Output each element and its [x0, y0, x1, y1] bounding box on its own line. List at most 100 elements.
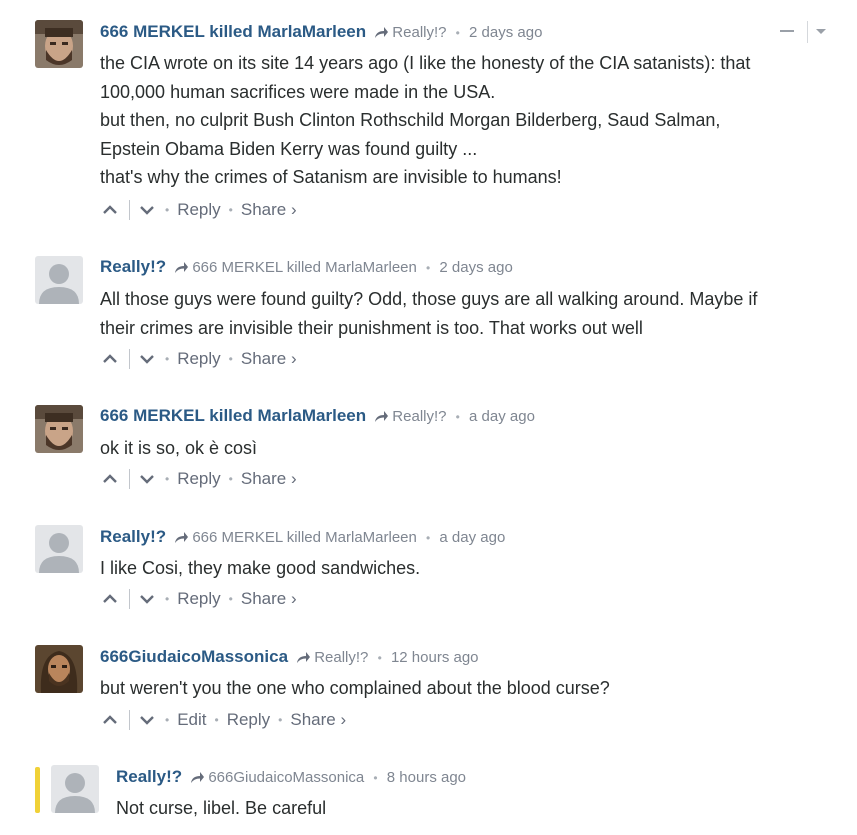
comment-header: 666 MERKEL killed MarlaMarleen Really!? …: [100, 406, 535, 427]
reply-button[interactable]: Reply: [177, 589, 220, 609]
upvote-icon[interactable]: [102, 593, 120, 604]
divider: [129, 199, 130, 220]
bullet: •: [165, 202, 170, 217]
comment-body: but weren't you the one who complained a…: [100, 674, 835, 703]
bullet: •: [228, 591, 233, 606]
comment-line: Epstein Obama Biden Kerry was found guil…: [100, 138, 478, 159]
timestamp[interactable]: 8 hours ago: [387, 769, 466, 786]
divider: [129, 348, 130, 369]
comment-line: I like Cosi, they make good sandwiches.: [100, 558, 421, 578]
parent-author[interactable]: Really!?: [392, 24, 446, 41]
parent-author[interactable]: Really!?: [392, 408, 446, 425]
timestamp[interactable]: a day ago: [469, 408, 535, 425]
author-name[interactable]: Really!?: [100, 257, 166, 276]
bullet: •: [278, 712, 283, 727]
new-comment-highlight: [35, 767, 40, 813]
comment-header: Really!? 666GiudaicoMassonica • 8 hours …: [116, 767, 466, 788]
thread-controls: [778, 20, 830, 44]
divider: [129, 709, 130, 730]
comment-header: Really!? 666 MERKEL killed MarlaMarleen …: [100, 257, 513, 278]
timestamp[interactable]: 2 days ago: [439, 259, 512, 276]
bullet: •: [228, 471, 233, 486]
collapse-icon[interactable]: [780, 30, 794, 32]
avatar-bearded-man[interactable]: [35, 405, 83, 453]
comment-footer: • Reply • Share ›: [102, 199, 297, 221]
comment-body: ok it is so, ok è così: [100, 434, 835, 463]
upvote-icon[interactable]: [102, 204, 120, 215]
reply-arrow-icon: [174, 261, 189, 278]
bullet: •: [228, 351, 233, 366]
bullet: •: [373, 771, 378, 785]
bullet: •: [165, 712, 170, 727]
bullet: •: [165, 351, 170, 366]
reply-button[interactable]: Reply: [227, 710, 270, 730]
downvote-icon[interactable]: [139, 474, 157, 484]
bullet: •: [228, 202, 233, 217]
bullet: •: [165, 471, 170, 486]
upvote-icon[interactable]: [102, 473, 120, 484]
share-button[interactable]: Share ›: [241, 200, 297, 220]
comment-body: the CIA wrote on its site 14 years ago (…: [100, 49, 835, 192]
bullet: •: [426, 531, 431, 545]
comment-line: All those guys were found guilty? Odd, t…: [100, 289, 758, 309]
bullet: •: [377, 651, 382, 665]
bullet: •: [165, 591, 170, 606]
comment-line: Not curse, libel. Be careful: [116, 798, 327, 818]
comment-footer: • Reply • Share ›: [102, 348, 297, 370]
avatar-painted-portrait[interactable]: [35, 645, 83, 693]
divider: [129, 588, 130, 609]
comment-header: 666GiudaicoMassonica Really!? • 12 hours…: [100, 647, 479, 668]
upvote-icon[interactable]: [102, 353, 120, 364]
author-name[interactable]: 666 MERKEL killed MarlaMarleen: [100, 22, 366, 41]
share-button[interactable]: Share ›: [290, 710, 346, 730]
reply-button[interactable]: Reply: [177, 469, 220, 489]
avatar-default-user[interactable]: [35, 256, 83, 304]
downvote-icon[interactable]: [139, 354, 157, 364]
share-button[interactable]: Share ›: [241, 349, 297, 369]
author-name[interactable]: 666 MERKEL killed MarlaMarleen: [100, 406, 366, 425]
bullet: •: [426, 261, 431, 275]
comment-header: 666 MERKEL killed MarlaMarleen Really!? …: [100, 22, 542, 43]
comment-line: the CIA wrote on its site 14 years ago (…: [100, 53, 751, 73]
comment-footer: • Edit • Reply • Share ›: [102, 709, 346, 731]
parent-author[interactable]: 666 MERKEL killed MarlaMarleen: [192, 529, 417, 546]
chevron-down-icon[interactable]: [816, 29, 826, 34]
avatar-default-user[interactable]: [35, 525, 83, 573]
comment-body: All those guys were found guilty? Odd, t…: [100, 285, 835, 342]
comment-line: but then, no culprit Bush Clinton Rothsc…: [100, 110, 721, 130]
comment-line: but weren't you the one who complained a…: [100, 678, 610, 698]
downvote-icon[interactable]: [139, 594, 157, 604]
reply-button[interactable]: Reply: [177, 349, 220, 369]
bullet: •: [214, 712, 219, 727]
bullet: •: [455, 410, 460, 424]
divider: [807, 21, 808, 43]
divider: [129, 468, 130, 489]
comment-body: Not curse, libel. Be careful: [116, 794, 816, 823]
avatar-default-user[interactable]: [51, 765, 99, 813]
parent-author[interactable]: 666GiudaicoMassonica: [208, 769, 364, 786]
comment-line: their crimes are invisible their punishm…: [100, 317, 643, 338]
author-name[interactable]: 666GiudaicoMassonica: [100, 647, 288, 666]
parent-author[interactable]: Really!?: [314, 649, 368, 666]
edit-button[interactable]: Edit: [177, 710, 206, 730]
share-button[interactable]: Share ›: [241, 589, 297, 609]
timestamp[interactable]: a day ago: [439, 529, 505, 546]
comment-line: that's why the crimes of Satanism are in…: [100, 167, 562, 187]
timestamp[interactable]: 2 days ago: [469, 24, 542, 41]
reply-arrow-icon: [374, 26, 389, 43]
reply-arrow-icon: [296, 651, 311, 668]
avatar-bearded-man[interactable]: [35, 20, 83, 68]
upvote-icon[interactable]: [102, 714, 120, 725]
reply-arrow-icon: [190, 771, 205, 788]
share-button[interactable]: Share ›: [241, 469, 297, 489]
reply-button[interactable]: Reply: [177, 200, 220, 220]
author-name[interactable]: Really!?: [116, 767, 182, 786]
downvote-icon[interactable]: [139, 715, 157, 725]
parent-author[interactable]: 666 MERKEL killed MarlaMarleen: [192, 259, 417, 276]
timestamp[interactable]: 12 hours ago: [391, 649, 479, 666]
downvote-icon[interactable]: [139, 205, 157, 215]
comment-header: Really!? 666 MERKEL killed MarlaMarleen …: [100, 527, 505, 548]
comment-footer: • Reply • Share ›: [102, 468, 297, 490]
author-name[interactable]: Really!?: [100, 527, 166, 546]
bullet: •: [455, 26, 460, 40]
